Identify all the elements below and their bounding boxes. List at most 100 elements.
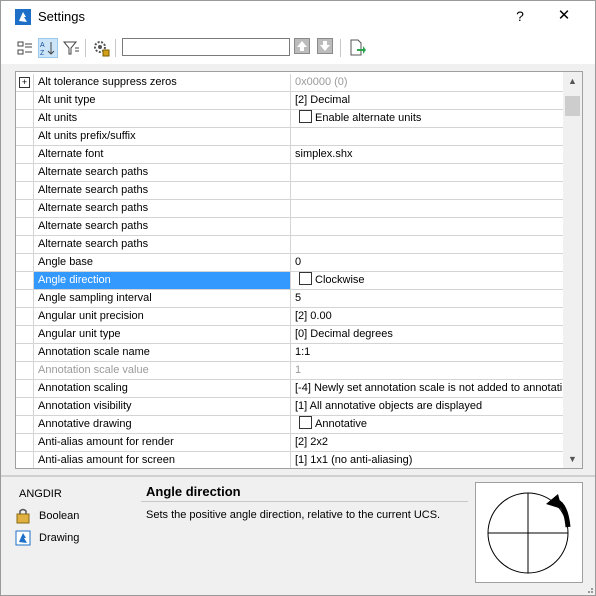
property-value[interactable]: 0x0000 (0) (291, 74, 563, 92)
property-value[interactable]: Annotative (291, 416, 563, 434)
scroll-down-arrow[interactable]: ▼ (563, 450, 582, 468)
property-name[interactable]: Alternate search paths (34, 182, 291, 200)
categorized-view-button[interactable] (15, 38, 35, 58)
property-name[interactable]: Annotation scale value (34, 362, 291, 380)
property-name[interactable]: Alt units (34, 110, 291, 128)
table-row[interactable]: Angle base 0 (16, 254, 563, 272)
property-value[interactable] (291, 200, 563, 218)
alphabetical-sort-button[interactable]: A Z (38, 38, 58, 58)
find-previous-button[interactable] (294, 38, 314, 58)
close-button[interactable]: ✕ (549, 5, 579, 27)
table-row[interactable]: Alt units Enable alternate units (16, 110, 563, 128)
property-name[interactable]: Alternate search paths (34, 200, 291, 218)
table-row[interactable]: Annotation visibility [1] All annotative … (16, 398, 563, 416)
property-value[interactable]: 1:1 (291, 344, 563, 362)
property-value[interactable]: [2] Decimal (291, 92, 563, 110)
property-name[interactable]: Alternate search paths (34, 218, 291, 236)
table-row[interactable]: Angular unit precision [2] 0.00 (16, 308, 563, 326)
settings-gear-button[interactable] (91, 38, 111, 58)
table-row[interactable]: + Alt tolerance suppress zeros 0x0000 (0) (16, 74, 563, 92)
table-row[interactable]: Alternate search paths (16, 200, 563, 218)
property-name[interactable]: Alternate search paths (34, 236, 291, 254)
property-name[interactable]: Alt unit type (34, 92, 291, 110)
alphabetical-sort-icon: A Z (40, 42, 55, 57)
row-expander-cell (16, 416, 34, 434)
toolbar-separator (115, 39, 116, 57)
property-value[interactable] (291, 218, 563, 236)
property-value[interactable] (291, 164, 563, 182)
table-row[interactable]: Anti-alias amount for render [2] 2x2 (16, 434, 563, 452)
vertical-scrollbar[interactable]: ▲ ▼ (563, 72, 582, 468)
property-value[interactable]: Enable alternate units (291, 110, 563, 128)
property-value[interactable]: simplex.shx (291, 146, 563, 164)
property-value[interactable]: 0 (291, 254, 563, 272)
filter-button[interactable] (61, 38, 81, 58)
property-name[interactable]: Alternate search paths (34, 164, 291, 182)
table-row[interactable]: Annotative drawing Annotative (16, 416, 563, 434)
property-name[interactable]: Angle direction (34, 272, 291, 290)
property-name[interactable]: Anti-alias amount for render (34, 434, 291, 452)
row-expander-cell (16, 254, 34, 272)
table-row[interactable]: Alt units prefix/suffix (16, 128, 563, 146)
table-row[interactable]: Annotation scale value 1 (16, 362, 563, 380)
table-row[interactable]: Angle direction Clockwise (16, 272, 563, 290)
property-value[interactable]: 1 (291, 362, 563, 380)
search-input[interactable] (122, 38, 290, 56)
property-value[interactable]: Clockwise (291, 272, 563, 290)
property-value[interactable]: [1] 1x1 (no anti-aliasing) (291, 452, 563, 468)
property-name[interactable]: Annotation scale name (34, 344, 291, 362)
property-name[interactable]: Alt tolerance suppress zeros (34, 74, 291, 92)
table-row[interactable]: Annotation scaling [-4] Newly set annotat… (16, 380, 563, 398)
property-name[interactable]: Alternate font (34, 146, 291, 164)
property-value[interactable]: [-4] Newly set annotation scale is not a… (291, 380, 563, 398)
row-expander-cell (16, 452, 34, 468)
table-row[interactable]: Alternate search paths (16, 218, 563, 236)
table-row[interactable]: Alt unit type [2] Decimal (16, 92, 563, 110)
table-row[interactable]: Annotation scale name 1:1 (16, 344, 563, 362)
expand-plus-icon[interactable]: + (19, 77, 30, 88)
app-logo-icon (15, 9, 31, 25)
table-row[interactable]: Alternate font simplex.shx (16, 146, 563, 164)
property-name[interactable]: Annotation scaling (34, 380, 291, 398)
row-expander-cell (16, 128, 34, 146)
toolbar: A Z (1, 32, 595, 64)
property-value[interactable]: [2] 2x2 (291, 434, 563, 452)
checkbox[interactable] (299, 416, 312, 429)
checkbox[interactable] (299, 272, 312, 285)
property-value[interactable] (291, 128, 563, 146)
property-value[interactable]: [2] 0.00 (291, 308, 563, 326)
property-name[interactable]: Annotative drawing (34, 416, 291, 434)
property-name[interactable]: Annotation visibility (34, 398, 291, 416)
help-button[interactable]: ? (507, 5, 533, 27)
row-expander-cell (16, 236, 34, 254)
scroll-up-arrow[interactable]: ▲ (563, 72, 582, 90)
checkbox[interactable] (299, 110, 312, 123)
property-name[interactable]: Angular unit type (34, 326, 291, 344)
panel-splitter[interactable] (1, 475, 595, 477)
property-value[interactable] (291, 236, 563, 254)
property-name[interactable]: Angle sampling interval (34, 290, 291, 308)
title-bar: Settings ? ✕ (1, 1, 595, 32)
property-name[interactable]: Angular unit precision (34, 308, 291, 326)
export-button[interactable] (347, 38, 367, 58)
property-value[interactable]: [1] All annotative objects are displayed (291, 398, 563, 416)
property-value[interactable]: [0] Decimal degrees (291, 326, 563, 344)
property-value[interactable]: 5 (291, 290, 563, 308)
table-row[interactable]: Alternate search paths (16, 182, 563, 200)
resize-grip-icon[interactable] (584, 584, 594, 594)
property-name[interactable]: Angle base (34, 254, 291, 272)
table-row[interactable]: Alternate search paths (16, 164, 563, 182)
boolean-type-icon (16, 508, 30, 524)
find-next-button[interactable] (317, 38, 337, 58)
scroll-thumb[interactable] (565, 96, 580, 116)
table-row[interactable]: Anti-alias amount for screen [1] 1x1 (no … (16, 452, 563, 468)
property-value[interactable] (291, 182, 563, 200)
row-expander-cell[interactable]: + (16, 74, 34, 92)
row-expander-cell (16, 398, 34, 416)
settings-window: Settings ? ✕ A Z + Alt tolerance suppres… (0, 0, 596, 596)
property-name[interactable]: Alt units prefix/suffix (34, 128, 291, 146)
table-row[interactable]: Angle sampling interval 5 (16, 290, 563, 308)
property-name[interactable]: Anti-alias amount for screen (34, 452, 291, 468)
table-row[interactable]: Alternate search paths (16, 236, 563, 254)
table-row[interactable]: Angular unit type [0] Decimal degrees (16, 326, 563, 344)
